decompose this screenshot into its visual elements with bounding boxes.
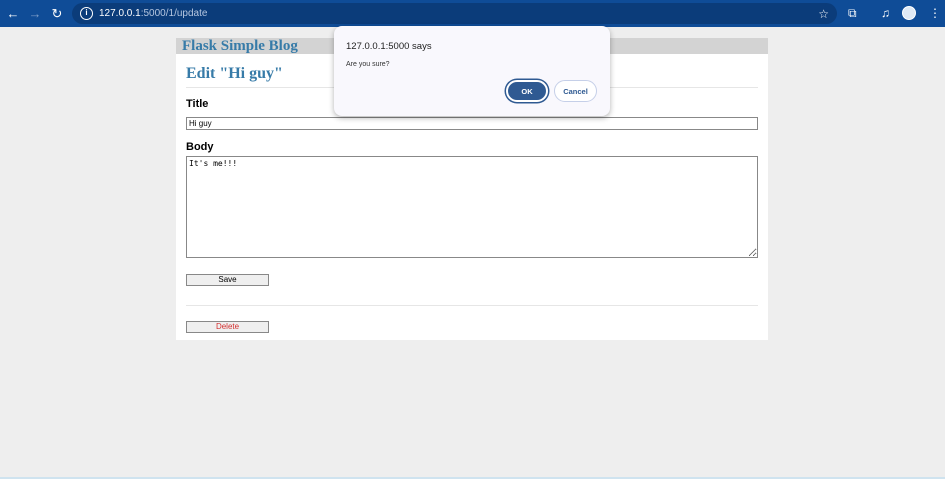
delete-button[interactable]: Delete	[186, 321, 269, 333]
url-path: :5000/1/update	[140, 8, 208, 19]
back-icon[interactable]: ←	[2, 6, 24, 21]
body-label: Body	[186, 141, 214, 153]
reload-icon[interactable]: ↻	[46, 6, 68, 22]
dialog-message: Are you sure?	[346, 61, 390, 68]
address-bar[interactable]: i 127.0.0.1:5000/1/update ☆	[72, 3, 837, 24]
url-host: 127.0.0.1	[99, 8, 141, 19]
media-control-icon[interactable]: ♫	[881, 6, 890, 20]
body-textarea[interactable]: It's me!!!	[186, 156, 758, 258]
save-button[interactable]: Save	[186, 274, 269, 286]
menu-icon[interactable]: ⋮	[929, 6, 941, 20]
confirm-dialog: 127.0.0.1:5000 says Are you sure? OK Can…	[334, 26, 610, 116]
title-input[interactable]	[186, 117, 758, 130]
profile-avatar[interactable]	[902, 6, 916, 20]
dialog-title: 127.0.0.1:5000 says	[346, 41, 432, 52]
bookmark-star-icon[interactable]: ☆	[818, 7, 829, 21]
browser-toolbar: ← → ↻ i 127.0.0.1:5000/1/update ☆ ⧉ ♫ ⋮	[0, 0, 945, 27]
ok-button[interactable]: OK	[506, 80, 548, 102]
forward-icon[interactable]: →	[24, 6, 46, 21]
extensions-icon[interactable]: ⧉	[848, 6, 857, 21]
site-info-icon[interactable]: i	[80, 7, 93, 20]
divider	[186, 305, 758, 306]
cancel-button[interactable]: Cancel	[554, 80, 597, 102]
